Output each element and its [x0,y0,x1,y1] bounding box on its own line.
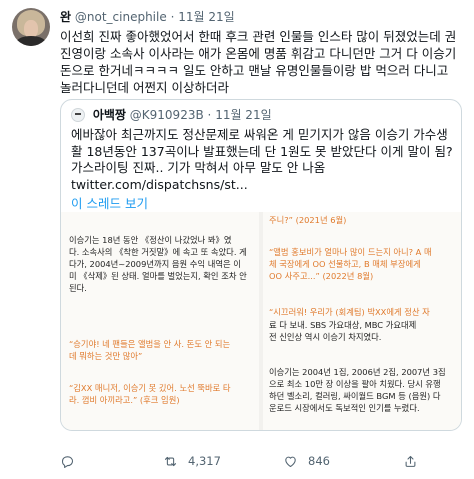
article-image-right: 주니?” (2021년 6월) “앨범 홍보비가 얼마나 많이 드는지 아니? … [263,212,461,430]
article-line: 된다. [69,283,87,293]
article-line: “승기야! 네 팬들은 앨범을 안 사. 돈도 안 되는 [69,339,231,349]
tweet-text-line: 진영이랑 소속사 이사라는 애가 온몸에 명품 휘감고 다니던만 그거 다 이승… [60,46,457,61]
article-line: 료 다 보내. SBS 가요대상, MBC 가요대제 [269,320,417,330]
share-button[interactable] [403,452,428,470]
tweet-text: 이선희 진짜 좋아했었어서 한때 후크 관련 인물들 인스타 많이 뒤졌었는데 … [60,28,468,96]
article-left-body: 이승기는 18년 동안 《정산이 나갔었나 봐》였 다. 소속사의 《착한 거짓… [69,234,247,294]
quoted-text-line: twitter.com/dispatchsns/st... [71,176,248,192]
like-count: 846 [308,454,330,468]
tweet-header: 완 @not_cinephile · 11월 21일 [60,9,235,25]
tweet-actions: 4,317 846 [60,452,460,470]
article-image-left: 이승기는 18년 동안 《정산이 나갔었나 봐》였 다. 소속사의 《착한 거짓… [61,212,259,430]
quoted-text-line: 에바잖아 최근까지도 정산문제로 싸워온 게 믿기지가 않음 이승기 가수생 [71,127,448,142]
header-separator: · [170,10,175,24]
article-line: 다가, 2004년~2009년까지 음원 수익 내역은 이 [69,259,241,269]
avatar[interactable] [12,8,50,46]
tweet-text-line: 돈으로 한거네ㅋㅋㅋㅋ 일도 안하고 맨날 유명인물들이랑 밥 먹으러 다니고 [60,63,449,78]
article-line: 미 《삭제》된 상태. 얼마를 벌었는지, 확인 조차 안 [69,271,247,281]
author-name[interactable]: 완 [60,10,71,24]
retweet-button[interactable]: 4,317 [163,452,221,470]
article-line: 이승기는 18년 동안 《정산이 나갔었나 봐》였 [69,235,232,245]
tweet-text-line: 놀러다니던데 어쩐지 이상하더라 [60,80,229,95]
tweet[interactable]: 완 @not_cinephile · 11월 21일 이선희 진짜 좋아했었어서… [0,0,474,479]
article-line: 다. 소속사의 《착한 거짓말》에 속고 또 속았다. 게 [69,247,247,257]
article-left-quote-2: “김XX 매니저, 이승기 못 깄어. 노선 뚝바로 타 라. 껌비 아끼라고.… [69,382,231,406]
quoted-tweet-text: 에바잖아 최근까지도 정산문제로 싸워온 게 믿기지가 않음 이승기 가수생 활… [71,127,457,193]
tweet-date[interactable]: 11월 21일 [178,10,234,24]
quoted-avatar [71,108,85,122]
show-thread-link[interactable]: 이 스레드 보기 [71,193,148,212]
article-line: 전 신인상 역시 이승기 차지였다. [269,332,382,342]
reply-button[interactable] [60,452,85,470]
quoted-separator: · [207,108,212,122]
article-right-quote-1: “앨범 홍보비가 얼마나 많이 드는지 아니? A 매 체 국장에게 OO 선물… [269,246,432,282]
article-left-quote-1: “승기야! 네 팬들은 앨범을 안 사. 돈도 안 되는 데 뭐하는 것만 많아… [69,338,230,362]
article-right-top: 주니?” (2021년 6월) [269,214,346,226]
article-line: 운로드 시장에서도 독보적인 인기를 누렸다. [269,403,420,413]
quoted-date: 11월 21일 [215,108,272,122]
tweet-text-line: 이선희 진짜 좋아했었어서 한때 후크 관련 인물들 인스타 많이 뒤졌었는데 … [60,29,457,44]
share-icon [405,455,416,467]
article-line: “김XX 매니저, 이승기 못 깄어. 노선 뚝바로 타 [69,383,231,393]
article-line: 주니?” (2021년 6월) [269,215,347,225]
article-line: “앨범 홍보비가 얼마나 많이 드는지 아니? A 매 [269,247,432,257]
quoted-text-line: 활 18년동안 137곡이나 발표했는데 단 1원도 못 받았단다 이게 말이 … [71,143,453,159]
reply-icon [61,455,74,468]
article-line: 으로 최소 10만 장 이상을 팔아 치웠다. 당시 유행 [269,379,441,389]
quoted-text-line: 가스라이팅 진짜.. 기가 막혀서 아무 말도 안 나옴 [71,160,326,175]
article-line: 하던 벨소리, 컬러링, 싸이월드 BGM 등 (음원) 다 [269,391,441,401]
author-handle[interactable]: @not_cinephile [75,10,167,24]
article-image[interactable]: 이승기는 18년 동안 《정산이 나갔었나 봐》였 다. 소속사의 《착한 거짓… [61,212,461,430]
article-line: 체 국장에게 OO 선물하고, B 매체 부장에게 [269,259,421,269]
article-right-body-2: 이승기는 2004년 1집, 2006년 2집, 2007년 3집 으로 최소 … [269,366,446,414]
like-button[interactable]: 846 [283,452,330,470]
avatar-coat [16,36,46,46]
retweet-icon [164,456,177,466]
article-right-body-1: 료 다 보내. SBS 가요대상, MBC 가요대제 전 신인상 역시 이승기 … [269,319,416,343]
quoted-author-handle: @K910923B [129,108,204,122]
quoted-tweet[interactable]: 아백짱 @K910923B · 11월 21일 에바잖아 최근까지도 정산문제로… [60,99,462,431]
article-line: “시끄러워! 우리가 (회계팀) 박XX에게 정산 자 [269,307,430,317]
article-line: OO 사주고...” (2022년 8월) [269,271,374,281]
article-line: 라. 껌비 아끼라고.” (후크 임원) [69,395,180,405]
heart-icon [285,456,296,467]
quoted-author-name: 아백짱 [92,108,126,122]
article-line: 이승기는 2004년 1집, 2006년 2집, 2007년 3집 [269,367,446,377]
article-line: 데 뭐하는 것만 많아” [69,351,143,361]
quoted-tweet-header: 아백짱 @K910923B · 11월 21일 [71,107,272,123]
retweet-count: 4,317 [188,454,221,468]
article-right-quote-2: “시끄러워! 우리가 (회계팀) 박XX에게 정산 자 [269,306,430,318]
